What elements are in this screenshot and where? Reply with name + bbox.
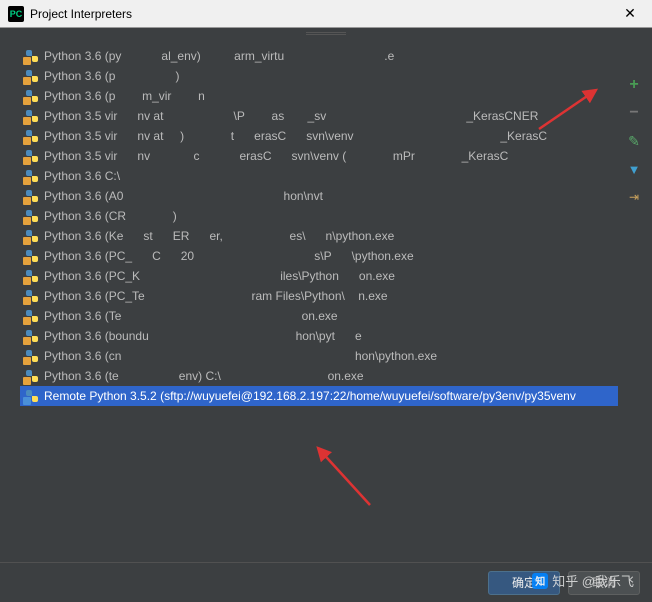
interpreter-item[interactable]: Python 3.6 C:\ xyxy=(20,166,618,186)
python-icon xyxy=(24,288,40,304)
interpreter-item[interactable]: Python 3.6 (PC_K iles\Python on.exe xyxy=(20,266,618,286)
window-title: Project Interpreters xyxy=(30,7,616,21)
filter-button[interactable]: ▼ xyxy=(625,160,643,178)
interpreter-item[interactable]: Python 3.5 vir nv c erasC svn\venv ( mPr… xyxy=(20,146,618,166)
cancel-button[interactable]: 取消 xyxy=(568,571,640,595)
edit-button[interactable]: ✎ xyxy=(625,132,643,150)
python-icon xyxy=(24,248,40,264)
python-remote-icon xyxy=(24,388,40,404)
interpreter-label: Python 3.5 vir nv c erasC svn\venv ( mPr… xyxy=(44,149,508,163)
interpreter-item[interactable]: Python 3.6 (te env) C:\ on.exe xyxy=(20,366,618,386)
interpreter-label: Python 3.6 (boundu hon\pyt e xyxy=(44,329,362,343)
python-icon xyxy=(24,168,40,184)
close-button[interactable]: ✕ xyxy=(616,0,644,28)
interpreter-label: Python 3.6 (Te on.exe xyxy=(44,309,338,323)
python-icon xyxy=(24,268,40,284)
interpreter-label: Python 3.6 (p m_vir n xyxy=(44,89,205,103)
interpreter-label: Python 3.6 (te env) C:\ on.exe xyxy=(44,369,364,383)
interpreter-item[interactable]: Python 3.6 (cn hon\python.exe xyxy=(20,346,618,366)
python-icon xyxy=(24,228,40,244)
python-icon xyxy=(24,88,40,104)
add-button[interactable]: + xyxy=(625,76,643,94)
python-icon xyxy=(24,128,40,144)
python-icon xyxy=(24,48,40,64)
interpreter-item[interactable]: Python 3.6 (Te on.exe xyxy=(20,306,618,326)
python-icon xyxy=(24,208,40,224)
interpreter-item[interactable]: Python 3.5 vir nv at ) t erasC svn\venv … xyxy=(20,126,618,146)
interpreter-item[interactable]: Python 3.6 (PC_Te ram Files\Python\ n.ex… xyxy=(20,286,618,306)
expand-button[interactable]: ⇥ xyxy=(625,188,643,206)
interpreter-item[interactable]: Python 3.6 (boundu hon\pyt e xyxy=(20,326,618,346)
interpreter-item[interactable]: Python 3.6 (py al_env) arm_virtu .e xyxy=(20,46,618,66)
interpreter-item[interactable]: Python 3.6 (Ke st ER er, es\ n\python.ex… xyxy=(20,226,618,246)
drag-handle[interactable] xyxy=(306,32,346,35)
python-icon xyxy=(24,68,40,84)
interpreter-list[interactable]: Python 3.6 (py al_env) arm_virtu .e Pytho… xyxy=(20,46,618,554)
interpreter-label: Python 3.6 (PC_K iles\Python on.exe xyxy=(44,269,395,283)
side-toolbar: + − ✎ ▼ ⇥ xyxy=(622,76,646,206)
interpreter-label: Python 3.6 (PC_Te ram Files\Python\ n.ex… xyxy=(44,289,388,303)
title-bar: PC Project Interpreters ✕ xyxy=(0,0,652,28)
interpreter-label: Python 3.6 (A0 hon\nvt xyxy=(44,189,343,203)
interpreter-label: Remote Python 3.5.2 (sftp://wuyuefei@192… xyxy=(44,389,576,403)
interpreter-label: Python 3.6 (CR ) xyxy=(44,209,337,223)
python-icon xyxy=(24,108,40,124)
interpreter-label: Python 3.6 (py al_env) arm_virtu .e xyxy=(44,49,394,63)
interpreter-item[interactable]: Python 3.6 (PC_ C 20 s\P \python.exe xyxy=(20,246,618,266)
content-area: Python 3.6 (py al_env) arm_virtu .e Pytho… xyxy=(0,28,652,562)
python-icon xyxy=(24,308,40,324)
ok-button[interactable]: 确定 xyxy=(488,571,560,595)
interpreter-label: Python 3.6 (Ke st ER er, es\ n\python.ex… xyxy=(44,229,394,243)
interpreter-label: Python 3.6 (cn hon\python.exe xyxy=(44,349,437,363)
python-icon xyxy=(24,348,40,364)
python-icon xyxy=(24,188,40,204)
remove-button[interactable]: − xyxy=(625,104,643,122)
python-icon xyxy=(24,148,40,164)
python-icon xyxy=(24,368,40,384)
interpreter-item[interactable]: Python 3.5 vir nv at \P as _sv _KerasCNE… xyxy=(20,106,618,126)
interpreter-item[interactable]: Remote Python 3.5.2 (sftp://wuyuefei@192… xyxy=(20,386,618,406)
interpreter-label: Python 3.5 vir nv at \P as _sv _KerasCNE… xyxy=(44,109,538,123)
interpreter-label: Python 3.6 (p ) xyxy=(44,69,179,83)
interpreter-item[interactable]: Python 3.6 (p ) xyxy=(20,66,618,86)
python-icon xyxy=(24,328,40,344)
interpreter-label: Python 3.5 vir nv at ) t erasC svn\venv … xyxy=(44,129,547,143)
interpreter-label: Python 3.6 (PC_ C 20 s\P \python.exe xyxy=(44,249,414,263)
pycharm-icon: PC xyxy=(8,6,24,22)
interpreter-label: Python 3.6 C:\ xyxy=(44,169,294,183)
interpreter-item[interactable]: Python 3.6 (p m_vir n xyxy=(20,86,618,106)
interpreter-item[interactable]: Python 3.6 (CR ) xyxy=(20,206,618,226)
button-bar: 确定 取消 xyxy=(0,562,652,602)
interpreter-item[interactable]: Python 3.6 (A0 hon\nvt xyxy=(20,186,618,206)
